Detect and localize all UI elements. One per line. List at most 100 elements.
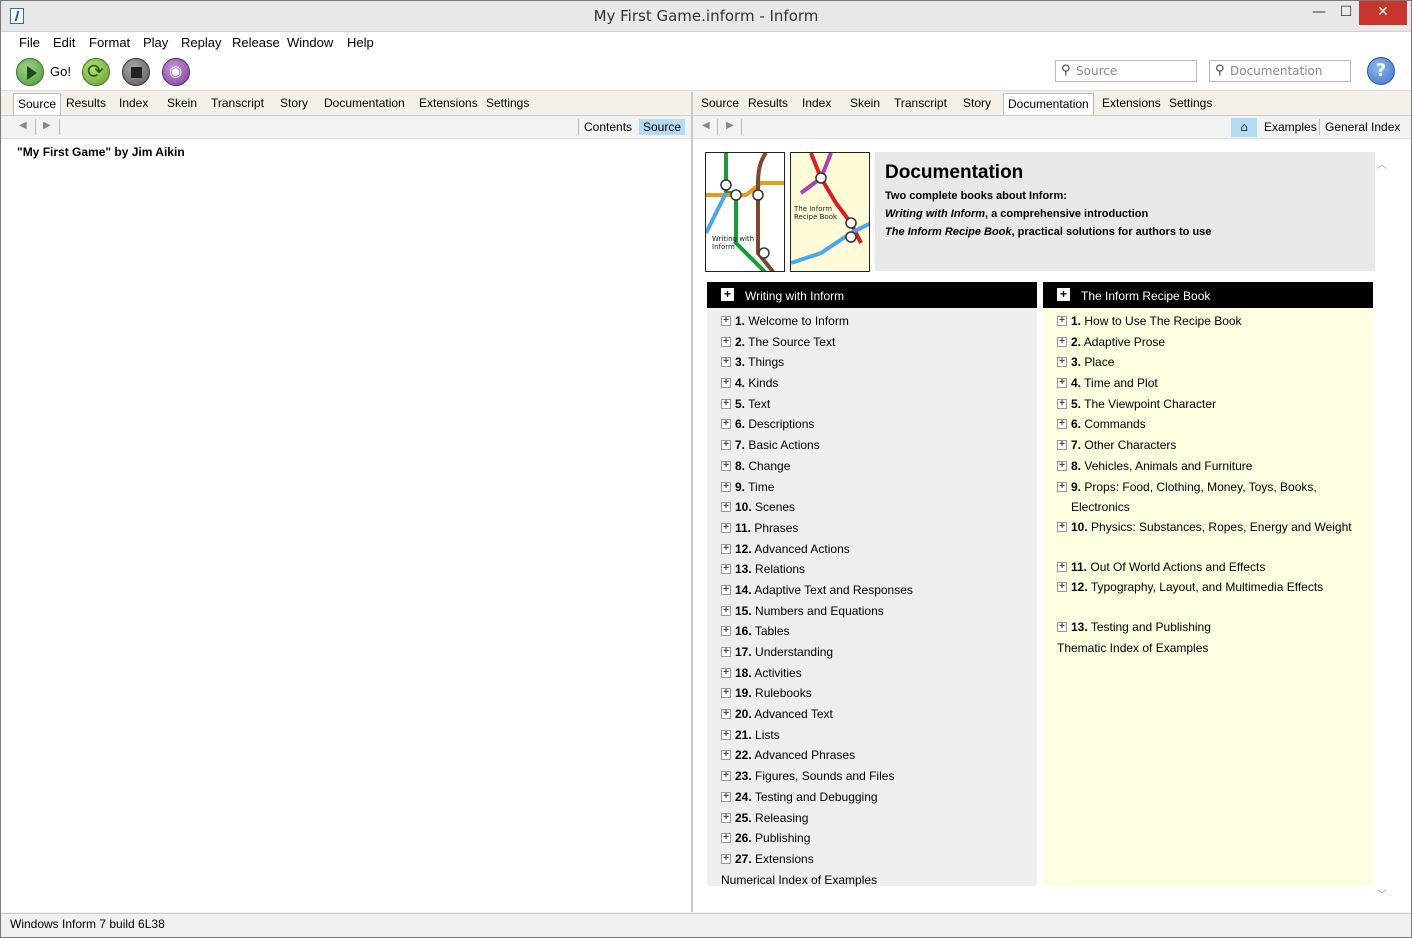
recipe-chapter-item[interactable]: +2. Adaptive Prose [1043, 332, 1373, 353]
expand-icon[interactable]: + [1057, 440, 1067, 451]
left-tab-source[interactable]: Source [13, 93, 62, 115]
expand-icon[interactable]: + [721, 288, 734, 301]
recipe-chapter-item[interactable]: +1. How to Use The Recipe Book [1043, 311, 1373, 332]
chapter-title[interactable]: Props: Food, Clothing, Money, Toys, Book… [1071, 480, 1317, 514]
writing-chapter-item[interactable]: +25. Releasing [707, 808, 1037, 829]
writing-chapter-item[interactable]: +6. Descriptions [707, 414, 1037, 435]
expand-icon[interactable]: + [721, 378, 731, 389]
book2-title[interactable]: The Inform Recipe Book [885, 226, 1012, 238]
right-tab-transcript[interactable]: Transcript [894, 96, 947, 110]
subtab-source[interactable]: Source [639, 119, 686, 135]
right-tab-extensions[interactable]: Extensions [1102, 96, 1161, 110]
chapter-title[interactable]: Time and Plot [1084, 376, 1158, 390]
left-tab-transcript[interactable]: Transcript [211, 96, 264, 110]
expand-icon[interactable]: + [721, 440, 731, 451]
numerical-index-link[interactable]: Numerical Index of Examples [707, 870, 1037, 890]
chapter-title[interactable]: Other Characters [1084, 438, 1176, 452]
expand-icon[interactable]: + [721, 647, 731, 657]
recipe-chapter-item[interactable]: +3. Place [1043, 352, 1373, 373]
left-tab-extensions[interactable]: Extensions [419, 96, 478, 110]
chapter-title[interactable]: Vehicles, Animals and Furniture [1084, 459, 1252, 473]
recipe-chapter-item[interactable]: +12. Typography, Layout, and Multimedia … [1043, 577, 1373, 617]
expand-icon[interactable]: + [721, 626, 731, 637]
expand-icon[interactable]: + [1057, 378, 1067, 389]
writing-chapter-item[interactable]: +23. Figures, Sounds and Files [707, 766, 1037, 787]
maximize-button[interactable]: ☐ [1333, 1, 1359, 25]
chapter-title[interactable]: Typography, Layout, and Multimedia Effec… [1091, 580, 1323, 594]
left-tab-index[interactable]: Index [119, 96, 148, 110]
chapter-title[interactable]: Numbers and Equations [755, 604, 884, 618]
expand-icon[interactable]: + [721, 522, 731, 533]
recipe-chapter-item[interactable]: +6. Commands [1043, 414, 1373, 435]
expand-icon[interactable]: + [721, 791, 731, 802]
close-button[interactable]: ✕ [1359, 1, 1407, 25]
writing-chapter-item[interactable]: +27. Extensions [707, 849, 1037, 870]
chapter-title[interactable]: Descriptions [748, 417, 814, 431]
expand-icon[interactable]: + [721, 771, 731, 782]
chapter-title[interactable]: Extensions [755, 852, 814, 866]
recipe-chapter-item[interactable]: +9. Props: Food, Clothing, Money, Toys, … [1043, 477, 1373, 517]
right-tab-source[interactable]: Source [701, 96, 739, 110]
expand-icon[interactable]: + [1057, 521, 1067, 532]
subtab-examples[interactable]: Examples [1260, 119, 1321, 135]
writing-chapter-item[interactable]: +12. Advanced Actions [707, 539, 1037, 560]
writing-chapter-item[interactable]: +4. Kinds [707, 373, 1037, 394]
thematic-index-link[interactable]: Thematic Index of Examples [1043, 638, 1373, 658]
chapter-title[interactable]: Activities [754, 666, 801, 680]
scroll-up-arrow-icon[interactable]: ︿ [1377, 156, 1387, 171]
writing-chapter-item[interactable]: +21. Lists [707, 725, 1037, 746]
right-tab-index[interactable]: Index [802, 96, 831, 110]
expand-icon[interactable]: + [1057, 288, 1070, 301]
expand-icon[interactable]: + [721, 543, 731, 554]
chapter-title[interactable]: Scenes [755, 500, 795, 514]
chapter-title[interactable]: Rulebooks [755, 686, 812, 700]
chapter-title[interactable]: The Viewpoint Character [1084, 397, 1216, 411]
expand-icon[interactable]: + [721, 667, 731, 678]
writing-chapter-item[interactable]: +1. Welcome to Inform [707, 311, 1037, 332]
recipe-chapter-item[interactable]: +10. Physics: Substances, Ropes, Energy … [1043, 517, 1373, 557]
writing-chapter-item[interactable]: +20. Advanced Text [707, 704, 1037, 725]
chapter-title[interactable]: Figures, Sounds and Files [755, 769, 894, 783]
chapter-title[interactable]: Relations [755, 562, 805, 576]
expand-icon[interactable]: + [1057, 582, 1067, 593]
subtab-contents[interactable]: Contents [580, 119, 636, 135]
expand-icon[interactable]: + [721, 833, 731, 844]
menu-replay[interactable]: Replay [181, 35, 221, 50]
expand-icon[interactable]: + [721, 709, 731, 720]
expand-icon[interactable]: + [721, 688, 731, 699]
expand-icon[interactable]: + [1057, 316, 1067, 326]
writing-chapter-item[interactable]: +15. Numbers and Equations [707, 601, 1037, 622]
expand-icon[interactable]: + [1057, 357, 1067, 368]
source-search-input[interactable]: ⚲ Source [1055, 60, 1197, 82]
chapter-title[interactable]: Publishing [755, 831, 810, 845]
writing-chapter-item[interactable]: +7. Basic Actions [707, 435, 1037, 456]
expand-icon[interactable]: + [721, 584, 731, 595]
chapter-title[interactable]: Lists [755, 728, 780, 742]
back-arrow-icon[interactable]: ◀ [19, 120, 27, 131]
expand-icon[interactable]: + [721, 419, 731, 430]
go-label[interactable]: Go! [50, 64, 71, 79]
right-tab-settings[interactable]: Settings [1169, 96, 1212, 110]
chapter-title[interactable]: Phrases [754, 521, 798, 535]
forward-arrow-icon[interactable]: ▶ [726, 120, 734, 131]
writing-chapter-item[interactable]: +14. Adaptive Text and Responses [707, 580, 1037, 601]
chapter-title[interactable]: Kinds [748, 376, 778, 390]
expand-icon[interactable]: + [1057, 398, 1067, 409]
expand-icon[interactable]: + [721, 605, 731, 616]
chapter-title[interactable]: Tables [755, 624, 790, 638]
writing-chapter-item[interactable]: +24. Testing and Debugging [707, 787, 1037, 808]
recipe-chapter-item[interactable]: +11. Out Of World Actions and Effects [1043, 557, 1373, 578]
minimize-button[interactable]: — [1305, 1, 1333, 25]
chapter-title[interactable]: Basic Actions [748, 438, 819, 452]
expand-icon[interactable]: + [1057, 460, 1067, 471]
recipe-chapter-item[interactable]: +4. Time and Plot [1043, 373, 1373, 394]
expand-icon[interactable]: + [721, 460, 731, 471]
writing-chapter-item[interactable]: +11. Phrases [707, 518, 1037, 539]
inform-recipe-book-cover[interactable]: The Inform Recipe Book [790, 152, 870, 272]
menu-format[interactable]: Format [89, 35, 130, 50]
writing-chapter-item[interactable]: +13. Relations [707, 559, 1037, 580]
book1-title[interactable]: Writing with Inform [885, 208, 985, 220]
expand-icon[interactable]: + [721, 729, 731, 740]
chapter-title[interactable]: The Source Text [748, 335, 835, 349]
go-play-icon[interactable] [16, 58, 44, 86]
